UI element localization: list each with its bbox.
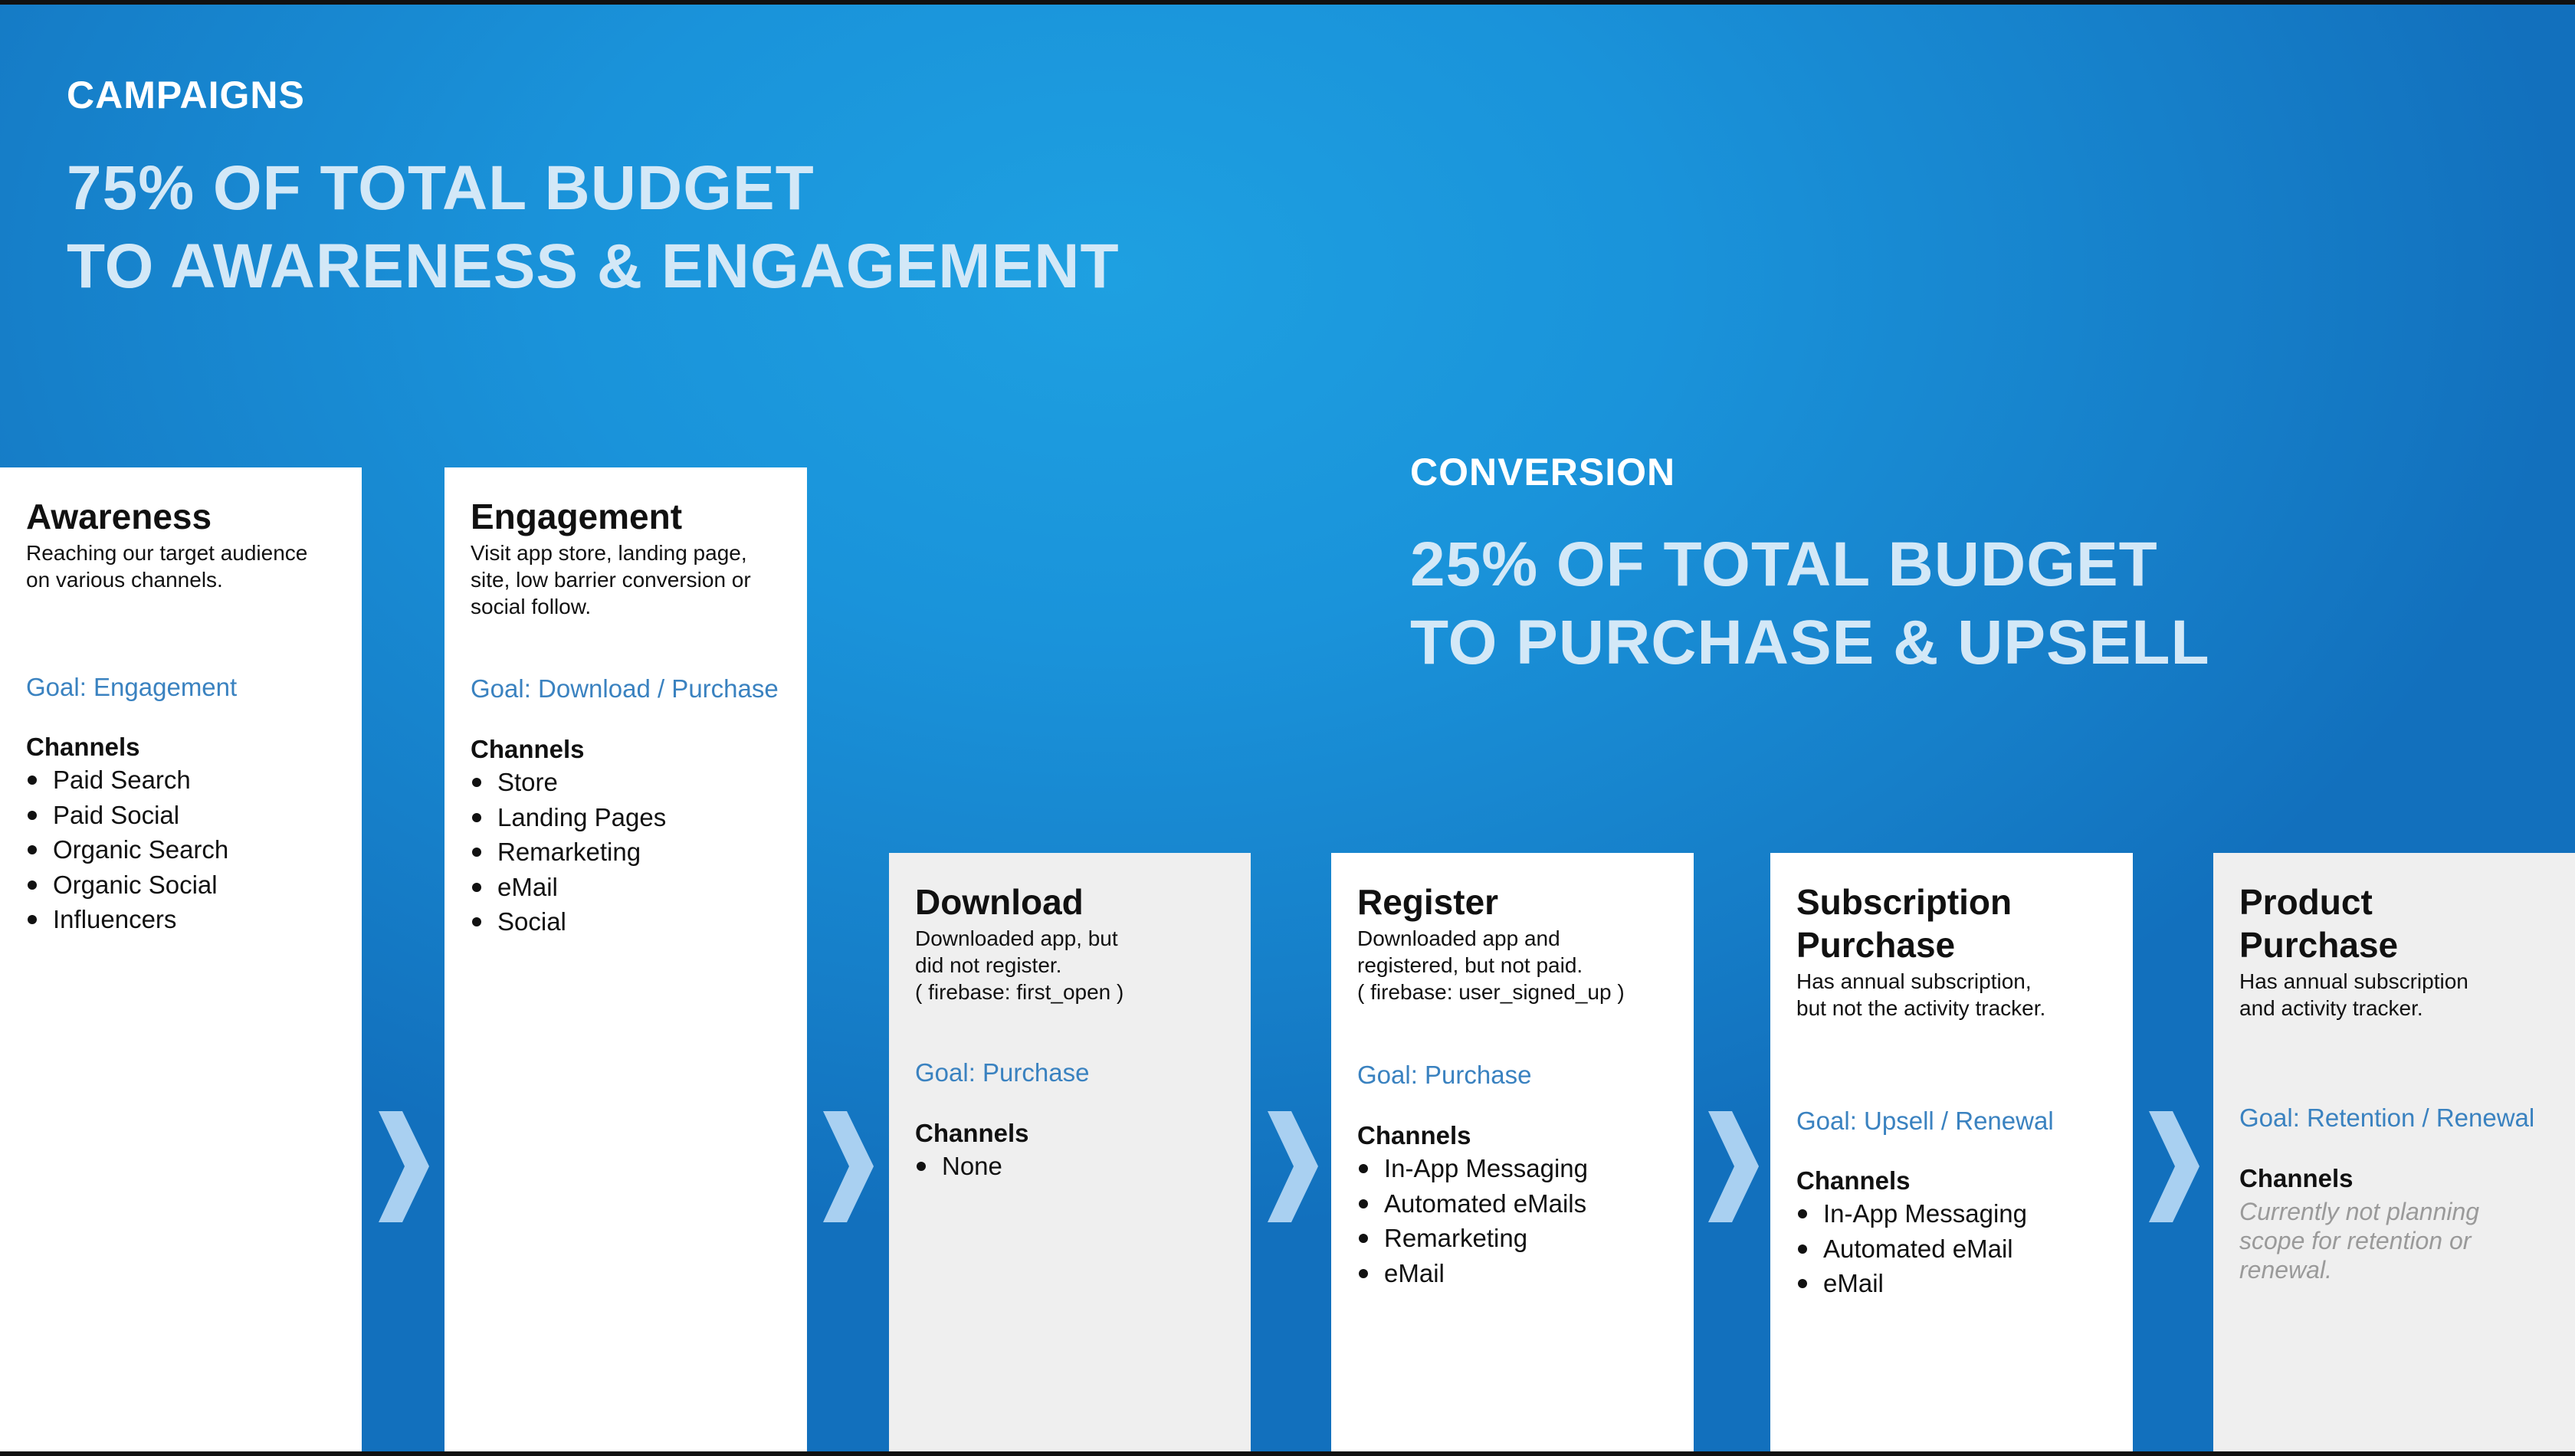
campaigns-headline-line-2: TO AWARENESS & ENGAGEMENT xyxy=(67,231,1120,301)
chevron-right-icon xyxy=(1268,1111,1318,1222)
stage-channels: Channels Paid Search Paid Social Organic… xyxy=(26,732,346,937)
channel-item: Organic Social xyxy=(26,867,346,903)
stage-title: Download xyxy=(915,882,1084,922)
top-border xyxy=(0,0,2575,5)
stage-description: Downloaded app and registered, but not p… xyxy=(1357,926,1625,1004)
channel-list: In-App Messaging Automated eMails Remark… xyxy=(1357,1151,1678,1290)
stage-card-download: Download Downloaded app, but did not reg… xyxy=(889,853,1251,1456)
stage-channels: Channels Currently not planning scope fo… xyxy=(2239,1163,2560,1284)
channel-list: Paid Search Paid Social Organic Search O… xyxy=(26,762,346,937)
channel-item: eMail xyxy=(1357,1256,1678,1291)
channel-item: Landing Pages xyxy=(471,800,792,835)
stage-goal: Goal: Upsell / Renewal xyxy=(1796,1107,2054,1135)
stage-title: Awareness xyxy=(26,497,212,536)
chevron-right-icon xyxy=(1708,1111,1759,1222)
channel-item: In-App Messaging xyxy=(1357,1151,1678,1186)
campaigns-headline: 75% OF TOTAL BUDGET TO AWARENESS & ENGAG… xyxy=(67,149,1120,306)
stage-card-register: Register Downloaded app and registered, … xyxy=(1331,853,1694,1456)
channel-item: Remarketing xyxy=(471,835,792,870)
channel-item: Automated eMail xyxy=(1796,1231,2117,1267)
stage-title: Product Purchase xyxy=(2239,882,2399,965)
stage-title: Register xyxy=(1357,882,1499,922)
channel-item: Paid Search xyxy=(26,762,346,798)
stage-channels: Channels None xyxy=(915,1118,1235,1184)
channels-heading: Channels xyxy=(26,733,140,761)
channel-item: In-App Messaging xyxy=(1796,1196,2117,1231)
channels-heading: Channels xyxy=(2239,1164,2354,1192)
stage-channels: Channels In-App Messaging Automated eMai… xyxy=(1357,1120,1678,1290)
chevron-right-icon xyxy=(379,1111,429,1222)
stage-description: Has annual subscription, but not the act… xyxy=(1796,969,2046,1020)
stage-title: Subscription Purchase xyxy=(1796,882,2012,965)
stage-goal: Goal: Purchase xyxy=(915,1058,1090,1087)
chevron-right-icon xyxy=(2149,1111,2199,1222)
channels-heading: Channels xyxy=(471,735,585,763)
channel-item: Influencers xyxy=(26,902,346,937)
channel-list: None xyxy=(915,1149,1235,1184)
stage-card-engagement: Engagement Visit app store, landing page… xyxy=(444,467,807,1456)
chevron-right-icon xyxy=(823,1111,874,1222)
channels-heading: Channels xyxy=(1796,1166,1911,1195)
channel-item: eMail xyxy=(1796,1266,2117,1301)
stage-card-subscription-purchase: Subscription Purchase Has annual subscri… xyxy=(1770,853,2133,1456)
stage-channels: Channels In-App Messaging Automated eMai… xyxy=(1796,1166,2117,1301)
stage-description: Reaching our target audience on various … xyxy=(26,541,308,592)
conversion-headline: 25% OF TOTAL BUDGET TO PURCHASE & UPSELL xyxy=(1410,526,2210,682)
channel-item: Paid Social xyxy=(26,798,346,833)
channel-item: eMail xyxy=(471,870,792,905)
channel-list: In-App Messaging Automated eMail eMail xyxy=(1796,1196,2117,1301)
channel-item: Social xyxy=(471,904,792,940)
stage-goal: Goal: Download / Purchase xyxy=(471,674,779,703)
stage-description: Visit app store, landing page, site, low… xyxy=(471,541,751,618)
channel-item: Automated eMails xyxy=(1357,1186,1678,1222)
stage-card-product-purchase: Product Purchase Has annual subscription… xyxy=(2213,853,2575,1456)
channel-item: Organic Search xyxy=(26,832,346,867)
channel-list: Store Landing Pages Remarketing eMail So… xyxy=(471,765,792,940)
channels-note: Currently not planning scope for retenti… xyxy=(2239,1198,2480,1284)
stage-description: Downloaded app, but did not register. ( … xyxy=(915,926,1124,1004)
channels-heading: Channels xyxy=(1357,1121,1471,1149)
channels-heading: Channels xyxy=(915,1119,1029,1147)
channel-item: Store xyxy=(471,765,792,800)
campaigns-label: CAMPAIGNS xyxy=(67,74,305,116)
channel-item: None xyxy=(915,1149,1235,1184)
bottom-border xyxy=(0,1451,2575,1456)
stage-card-awareness: Awareness Reaching our target audience o… xyxy=(0,467,362,1456)
channel-item: Remarketing xyxy=(1357,1221,1678,1256)
conversion-headline-line-2: TO PURCHASE & UPSELL xyxy=(1410,608,2210,677)
conversion-label: CONVERSION xyxy=(1410,451,1676,494)
conversion-headline-line-1: 25% OF TOTAL BUDGET xyxy=(1410,530,2158,599)
stage-title: Engagement xyxy=(471,497,683,536)
stage-goal: Goal: Purchase xyxy=(1357,1061,1532,1089)
stage-channels: Channels Store Landing Pages Remarketing… xyxy=(471,734,792,940)
stage-goal: Goal: Retention / Renewal xyxy=(2239,1103,2535,1132)
campaigns-headline-line-1: 75% OF TOTAL BUDGET xyxy=(67,153,815,223)
stage-description: Has annual subscription and activity tra… xyxy=(2239,969,2468,1020)
stage-goal: Goal: Engagement xyxy=(26,673,238,701)
